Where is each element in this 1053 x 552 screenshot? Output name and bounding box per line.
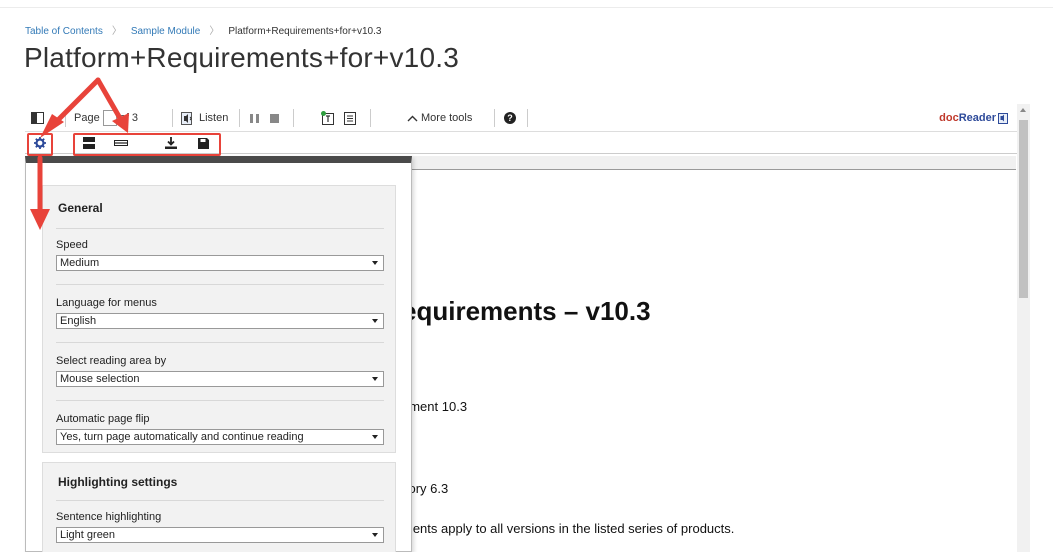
section-title-highlighting: Highlighting settings — [58, 475, 178, 489]
docreader-logo-icon — [998, 112, 1008, 124]
annotation-box-tools — [73, 133, 221, 156]
breadcrumb-separator: 〉 — [111, 26, 122, 37]
speed-label: Speed — [56, 239, 88, 251]
section-title-general: General — [58, 201, 103, 215]
toolbar-divider — [494, 109, 495, 127]
brand-suffix: Reader — [958, 112, 996, 124]
stop-button[interactable] — [270, 104, 279, 132]
section-divider — [56, 342, 384, 343]
scrollbar-thumb[interactable] — [1019, 120, 1028, 298]
section-divider — [56, 284, 384, 285]
toolbar-divider — [527, 109, 528, 127]
toolbar-divider — [172, 109, 173, 127]
language-value: English — [60, 315, 97, 327]
docreader-toolbar: Page of 3 Listen More tools ? doc Reader — [25, 104, 1030, 132]
section-divider — [56, 400, 384, 401]
breadcrumb-link-sample-module[interactable]: Sample Module — [131, 26, 200, 37]
pause-button[interactable] — [250, 104, 259, 132]
toolbar-divider — [65, 109, 66, 127]
more-tools-label: More tools — [421, 112, 473, 124]
speed-value: Medium — [60, 257, 100, 269]
sentence-highlighting-select[interactable]: Light green — [56, 527, 384, 543]
dropdown-arrow-icon — [372, 377, 378, 381]
page-flip-label: Automatic page flip — [56, 413, 150, 425]
page-title: Platform+Requirements+for+v10.3 — [24, 42, 459, 73]
document-line: ments apply to all versions in the liste… — [402, 521, 735, 536]
sentence-highlighting-label: Sentence highlighting — [56, 511, 162, 523]
breadcrumb-link-table-of-contents[interactable]: Table of Contents — [25, 26, 103, 37]
settings-panel: General Speed Medium Language for menus … — [25, 156, 412, 552]
breadcrumb-separator: 〉 — [209, 26, 220, 37]
page-flip-select[interactable]: Yes, turn page automatically and continu… — [56, 429, 384, 445]
scroll-up-arrow-icon[interactable] — [1020, 108, 1026, 112]
more-tools-button[interactable]: More tools — [407, 104, 472, 132]
page-number-input[interactable] — [102, 110, 117, 126]
page-flip-value: Yes, turn page automatically and continu… — [60, 431, 304, 443]
chevron-up-icon — [407, 115, 418, 121]
sentence-highlighting-value: Light green — [60, 529, 116, 541]
document-heading: equirements – v10.3 — [402, 296, 651, 326]
top-divider — [0, 0, 1053, 8]
general-settings-section: General Speed Medium Language for menus … — [42, 185, 396, 453]
toggle-sidebar-button[interactable] — [31, 104, 44, 132]
simple-view-button[interactable] — [344, 104, 356, 132]
breadcrumb-current: Platform+Requirements+for+v10.3 — [228, 26, 382, 37]
svg-text:?: ? — [507, 113, 513, 123]
sidebar-icon — [31, 112, 44, 124]
highlighting-settings-section: Highlighting settings Sentence highlight… — [42, 462, 396, 552]
listen-button[interactable]: Listen — [181, 104, 228, 132]
pause-icon — [250, 113, 259, 123]
stop-icon — [270, 113, 279, 123]
document-lines-icon — [344, 111, 356, 125]
reading-area-select[interactable]: Mouse selection — [56, 371, 384, 387]
speed-select[interactable]: Medium — [56, 255, 384, 271]
annotation-box-settings — [27, 133, 53, 156]
dropdown-arrow-icon — [372, 319, 378, 323]
dropdown-arrow-icon — [372, 261, 378, 265]
reading-area-value: Mouse selection — [60, 373, 140, 385]
page-navigator: Page of 3 — [74, 104, 138, 132]
text-mode-button[interactable] — [321, 104, 335, 132]
text-mode-icon — [321, 111, 334, 125]
listen-label: Listen — [199, 112, 229, 124]
page-label: Page — [74, 112, 100, 124]
reading-area-label: Select reading area by — [56, 355, 167, 367]
toolbar-divider — [239, 109, 240, 127]
toolbar-divider — [293, 109, 294, 127]
page-total: of 3 — [119, 112, 139, 124]
dropdown-arrow-icon — [372, 533, 378, 537]
brand-prefix: doc — [939, 112, 959, 124]
breadcrumb: Table of Contents 〉 Sample Module 〉 Platform… — [25, 22, 381, 37]
help-button[interactable]: ? — [504, 104, 516, 132]
language-label: Language for menus — [56, 297, 157, 309]
dropdown-arrow-icon — [372, 435, 378, 439]
language-select[interactable]: English — [56, 313, 384, 329]
docreader-logo: doc Reader — [939, 104, 1008, 132]
speaker-icon — [181, 111, 192, 125]
help-icon: ? — [504, 112, 516, 124]
vertical-scrollbar[interactable] — [1017, 104, 1030, 552]
section-divider — [56, 500, 384, 501]
toolbar-divider — [370, 109, 371, 127]
section-divider — [56, 228, 384, 229]
